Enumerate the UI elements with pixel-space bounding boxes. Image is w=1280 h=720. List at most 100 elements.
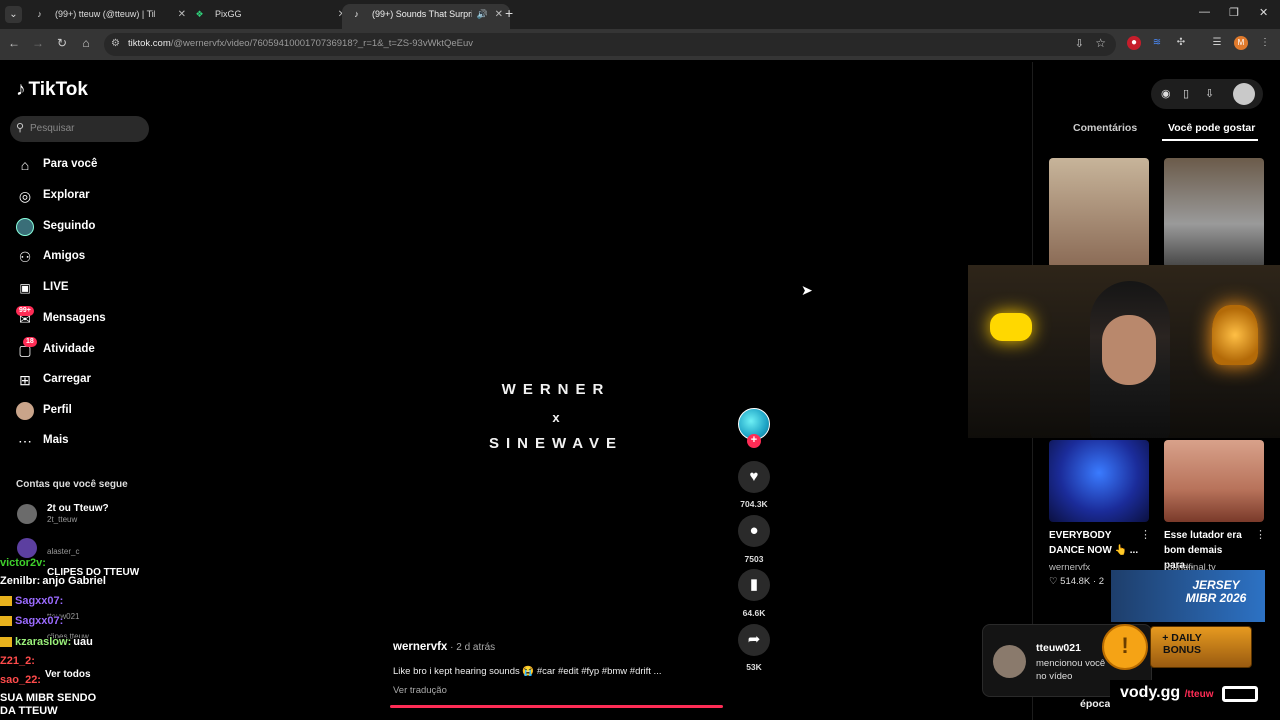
close-window-icon[interactable]: ✕ [1259, 6, 1268, 19]
nav-label: Amigos [43, 250, 86, 262]
phone-icon[interactable]: ▯ [1183, 87, 1189, 100]
tab-pixgg[interactable]: ❖ PixGG ✕ [185, 4, 353, 29]
streamer-face [1102, 315, 1156, 385]
chat-message: victor2v: [0, 557, 46, 569]
nav-label: Carregar [43, 373, 91, 385]
extension-audio-icon[interactable]: ≋ [1150, 36, 1164, 50]
avatar[interactable] [17, 504, 37, 524]
crown-icon [0, 616, 12, 627]
video-thumbnail[interactable] [1164, 440, 1264, 522]
video-author[interactable]: wernervfx · 2 d atrás [393, 641, 495, 653]
bookmark-star-icon[interactable]: ☆ [1095, 36, 1106, 50]
profile-avatar[interactable]: M [1234, 36, 1248, 50]
reload-icon[interactable]: ↻ [54, 36, 70, 50]
crown-icon [0, 637, 12, 648]
following-accounts-title: Contas que você segue [16, 479, 128, 490]
lamp [990, 313, 1032, 341]
video-thumbnail[interactable] [1164, 158, 1264, 268]
home-icon[interactable]: ⌂ [78, 36, 94, 50]
see-all-link[interactable]: Ver todos [45, 669, 91, 680]
profile-icon [16, 402, 34, 420]
tab-search-button[interactable]: ⌄ [5, 6, 22, 23]
video-title-line: WERNER [501, 381, 611, 398]
share-button[interactable]: ➦ [738, 624, 770, 656]
nav-explorar[interactable]: ◎ Explorar [16, 185, 146, 207]
back-icon[interactable]: ← [6, 36, 22, 50]
video-player[interactable]: WERNER x SINEWAVE [386, 70, 726, 710]
video-title-line: SINEWAVE [488, 435, 624, 452]
tiktok-icon: ♪ [354, 9, 359, 19]
follow-plus-icon[interactable]: + [747, 434, 761, 448]
media-control-icon[interactable]: ☰ [1210, 36, 1224, 50]
streamer-webcam [968, 265, 1280, 438]
nav-live[interactable]: ▣ LIVE [16, 277, 146, 299]
speaker-icon[interactable]: 🔊 [477, 4, 488, 25]
new-tab-button[interactable]: + [505, 5, 513, 21]
account-handle: 2t_tteuw [47, 515, 78, 524]
caption-text: época [1080, 698, 1111, 710]
install-icon[interactable]: ⇩ [1075, 37, 1084, 50]
nav-label: Atividade [43, 343, 95, 355]
avatar[interactable] [17, 538, 37, 558]
avatar[interactable] [1233, 83, 1255, 105]
tiktok-note-icon: ♪ [16, 79, 26, 100]
search-input[interactable]: ⚲ Pesquisar [10, 116, 149, 142]
top-actions: ◉ ▯ ⇩ [1151, 79, 1263, 109]
more-options-icon[interactable]: ⋮ [1140, 528, 1151, 541]
video-progress-bar[interactable] [390, 705, 723, 708]
vody-text: vody.gg /tteuw [1120, 684, 1214, 701]
close-icon[interactable]: ✕ [495, 4, 503, 25]
extension-red-icon[interactable]: ● [1127, 36, 1141, 50]
nav-carregar[interactable]: ⊞ Carregar [16, 369, 146, 391]
more-options-icon[interactable]: ⋮ [1255, 528, 1266, 541]
see-translation-link[interactable]: Ver tradução [393, 685, 447, 696]
card-title[interactable]: EVERYBODY DANCE NOW 👆 ... [1049, 528, 1139, 558]
tab-you-may-like[interactable]: Você pode gostar [1168, 122, 1255, 134]
nav-para-voce[interactable]: ⌂ Para você [16, 154, 146, 176]
pixgg-icon: ❖ [195, 9, 204, 19]
url-text: tiktok.com/@wernervfx/video/760594100017… [128, 38, 473, 49]
chat-message: SUA MIBR SENDO [0, 692, 97, 704]
tab-tiktok-profile[interactable]: ♪ (99+) tteuw (@tteuw) | TikTok ✕ [25, 4, 193, 29]
like-button[interactable]: ♥ [738, 461, 770, 493]
video-thumbnail[interactable] [1049, 440, 1149, 522]
account-name[interactable]: 2t ou Tteuw? [47, 503, 109, 514]
tiktok-logo[interactable]: ♪ TikTok [16, 79, 88, 101]
extensions-puzzle-icon[interactable]: ✣ [1174, 36, 1188, 50]
comment-button[interactable]: ● [738, 515, 770, 547]
save-button[interactable]: ▮ [738, 569, 770, 601]
browser-menu-icon[interactable]: ⋮ [1258, 36, 1272, 50]
nav-label: Explorar [43, 189, 90, 201]
nav-atividade[interactable]: ▢ 18 Atividade [16, 337, 146, 361]
card-author[interactable]: wernervfx [1049, 562, 1090, 573]
download-icon[interactable]: ⇩ [1205, 87, 1214, 100]
site-info-icon[interactable]: ⚙ [111, 38, 120, 49]
chat-message: DA TTEUW [0, 705, 58, 717]
mouse-cursor-icon: ➤ [801, 282, 813, 298]
video-thumbnail[interactable] [1049, 158, 1149, 268]
tab-label: (99+) tteuw (@tteuw) | TikTok [55, 9, 155, 19]
chat-message: Zenilbr: anjo Gabriel [0, 575, 106, 587]
nav-label: Mensagens [43, 312, 106, 324]
bookmark-icon: ▮ [749, 576, 759, 593]
activity-badge: 18 [23, 337, 37, 347]
nav-amigos[interactable]: ⚇ Amigos [16, 246, 146, 268]
nav-mensagens[interactable]: ✉ 99+ Mensagens [16, 306, 146, 330]
restore-icon[interactable]: ❐ [1229, 6, 1239, 19]
compass-icon[interactable]: ◉ [1161, 87, 1171, 100]
tiktok-icon: ♪ [37, 9, 42, 19]
address-bar[interactable]: ⚙ tiktok.com/@wernervfx/video/7605941000… [104, 33, 1116, 56]
nav-label: Para você [43, 158, 98, 170]
tab-sounds-video[interactable]: ♪ (99+) Sounds That Surprise 🔊 ✕ [342, 4, 510, 29]
nav-seguindo[interactable]: Seguindo [16, 216, 146, 238]
nav-mais[interactable]: ⋯ Mais [16, 430, 146, 452]
minimize-icon[interactable]: — [1199, 6, 1210, 18]
tab-label: (99+) Sounds That Surprise [372, 9, 472, 19]
coin-icon: ! [1102, 624, 1148, 670]
forward-icon[interactable]: → [30, 36, 46, 50]
tab-comments[interactable]: Comentários [1073, 122, 1137, 134]
friends-icon: ⚇ [18, 249, 32, 265]
nav-label: LIVE [43, 281, 69, 293]
card-stats: ♡ 514.8K · 2 [1049, 576, 1104, 587]
nav-perfil[interactable]: Perfil [16, 400, 146, 422]
